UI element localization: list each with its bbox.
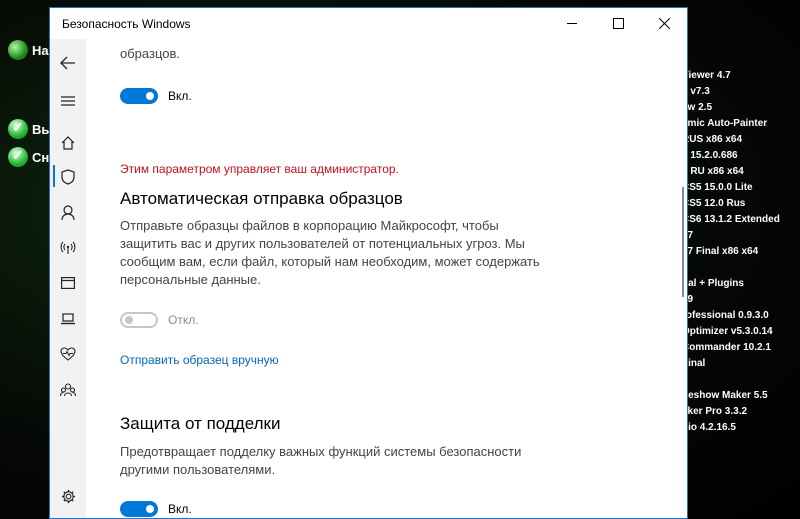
- desktop-shortcut[interactable]: Сн: [8, 147, 49, 167]
- desktop-shortcut[interactable]: На: [8, 40, 49, 60]
- back-button[interactable]: [50, 48, 86, 78]
- desktop-list-item[interactable]: Commander 10.2.1: [682, 340, 800, 356]
- title-bar[interactable]: Безопасность Windows: [50, 8, 687, 39]
- app-browser-icon: [61, 277, 75, 289]
- desktop-list-item[interactable]: dio 4.2.16.5: [682, 420, 800, 436]
- desktop-list-item[interactable]: CS5 15.0.0 Lite: [682, 180, 800, 196]
- desktop-list-item[interactable]: ew 2.5: [682, 100, 800, 116]
- tamper-protection-toggle-row: Вкл.: [120, 501, 192, 517]
- close-icon: [658, 18, 670, 29]
- desktop-software-list: Viewer 4.7 e v7.3 ew 2.5 amic Auto-Painter R…: [682, 68, 800, 436]
- shield-check-icon: [8, 147, 28, 167]
- family-options-icon: [60, 383, 76, 397]
- desktop-list-item[interactable]: Viewer 4.7: [682, 68, 800, 84]
- windows-security-window: Безопасность Windows образцов. Вкл. Этим…: [49, 7, 688, 519]
- desktop-list-item[interactable]: RUS x86 x64: [682, 132, 800, 148]
- desktop-list-item[interactable]: rofessional 0.9.3.0: [682, 308, 800, 324]
- desktop-list-item[interactable]: 7: [682, 372, 800, 388]
- nav-virus-protection[interactable]: [50, 162, 86, 192]
- firewall-network-icon: [60, 241, 76, 254]
- desktop-list-item[interactable]: deshow Maker 5.5: [682, 388, 800, 404]
- navigation-rail: [50, 39, 86, 518]
- desktop-list-item[interactable]: 37: [682, 228, 800, 244]
- desktop-list-item[interactable]: aker Pro 3.3.2: [682, 404, 800, 420]
- shield-icon: [61, 169, 75, 185]
- settings-content: образцов. Вкл. Этим параметром управляет…: [86, 39, 677, 518]
- minimize-button[interactable]: [549, 8, 595, 39]
- nav-settings[interactable]: [50, 481, 86, 511]
- menu-button[interactable]: [50, 86, 86, 116]
- minimize-icon: [567, 23, 577, 24]
- home-icon: [61, 136, 75, 150]
- shield-check-icon: [8, 119, 28, 139]
- desktop-list-item[interactable]: e v7.3: [682, 84, 800, 100]
- green-app-icon: [8, 40, 28, 60]
- desktop-list-item[interactable]: 3 15.2.0.686: [682, 148, 800, 164]
- hamburger-menu-icon: [61, 96, 75, 106]
- device-health-heart-icon: [60, 347, 76, 361]
- scrollbar-thumb[interactable]: [682, 187, 684, 297]
- toggle-knob: [125, 316, 133, 324]
- toggle-state-label: Вкл.: [168, 502, 192, 516]
- tamper-protection-heading: Защита от подделки: [120, 414, 281, 433]
- toggle-knob: [146, 92, 154, 100]
- settings-gear-icon: [61, 489, 75, 503]
- admin-managed-notice: Этим параметром управляет ваш администра…: [120, 162, 399, 176]
- nav-home[interactable]: [50, 128, 86, 158]
- nav-device-security[interactable]: [50, 304, 86, 334]
- automatic-sample-toggle-row: Откл.: [120, 312, 199, 328]
- nav-firewall[interactable]: [50, 233, 86, 263]
- desktop-list-item[interactable]: CS5 12.0 Rus: [682, 196, 800, 212]
- nav-app-browser[interactable]: [50, 268, 86, 298]
- toggle-state-label: Вкл.: [168, 89, 192, 103]
- maximize-icon: [612, 18, 624, 29]
- automatic-sample-heading: Автоматическая отправка образцов: [120, 189, 403, 208]
- desktop-shortcut-label: На: [32, 42, 49, 58]
- sample-submission-toggle-row: Вкл.: [120, 88, 192, 104]
- nav-family-options[interactable]: [50, 375, 86, 405]
- submit-sample-manually-link[interactable]: Отправить образец вручную: [120, 353, 279, 367]
- account-icon: [61, 205, 75, 221]
- maximize-button[interactable]: [595, 8, 641, 39]
- desktop-shortcut-label: Сн: [32, 149, 50, 165]
- toggle-state-label: Откл.: [168, 313, 199, 327]
- desktop-list-item[interactable]: nal + Plugins: [682, 276, 800, 292]
- desktop-shortcut[interactable]: Вы: [8, 119, 53, 139]
- truncated-description: образцов.: [120, 46, 180, 61]
- vertical-scrollbar[interactable]: [677, 39, 687, 518]
- window-title: Безопасность Windows: [62, 17, 191, 31]
- desktop-list-item[interactable]: Final: [682, 356, 800, 372]
- desktop-list-item[interactable]: 09: [682, 292, 800, 308]
- desktop-list-item[interactable]: 97 Final x86 x64: [682, 244, 800, 260]
- desktop-list-item[interactable]: 1 RU x86 x64: [682, 164, 800, 180]
- nav-device-health[interactable]: [50, 339, 86, 369]
- tamper-protection-description: Предотвращает подделку важных функций си…: [120, 444, 522, 477]
- automatic-sample-description: Отправьте образцы файлов в корпорацию Ма…: [120, 218, 540, 287]
- device-security-icon: [61, 313, 75, 325]
- back-arrow-icon: [60, 56, 75, 70]
- close-button[interactable]: [641, 8, 687, 39]
- cloud-protection-toggle[interactable]: [120, 88, 158, 104]
- desktop-list-item[interactable]: Optimizer v5.3.0.14: [682, 324, 800, 340]
- desktop-list-item[interactable]: [682, 260, 800, 276]
- desktop-list-item[interactable]: amic Auto-Painter: [682, 116, 800, 132]
- automatic-sample-toggle[interactable]: [120, 312, 158, 328]
- toggle-knob: [146, 505, 154, 513]
- tamper-protection-toggle[interactable]: [120, 501, 158, 517]
- nav-account-protection[interactable]: [50, 198, 86, 228]
- desktop-list-item[interactable]: CS6 13.1.2 Extended: [682, 212, 800, 228]
